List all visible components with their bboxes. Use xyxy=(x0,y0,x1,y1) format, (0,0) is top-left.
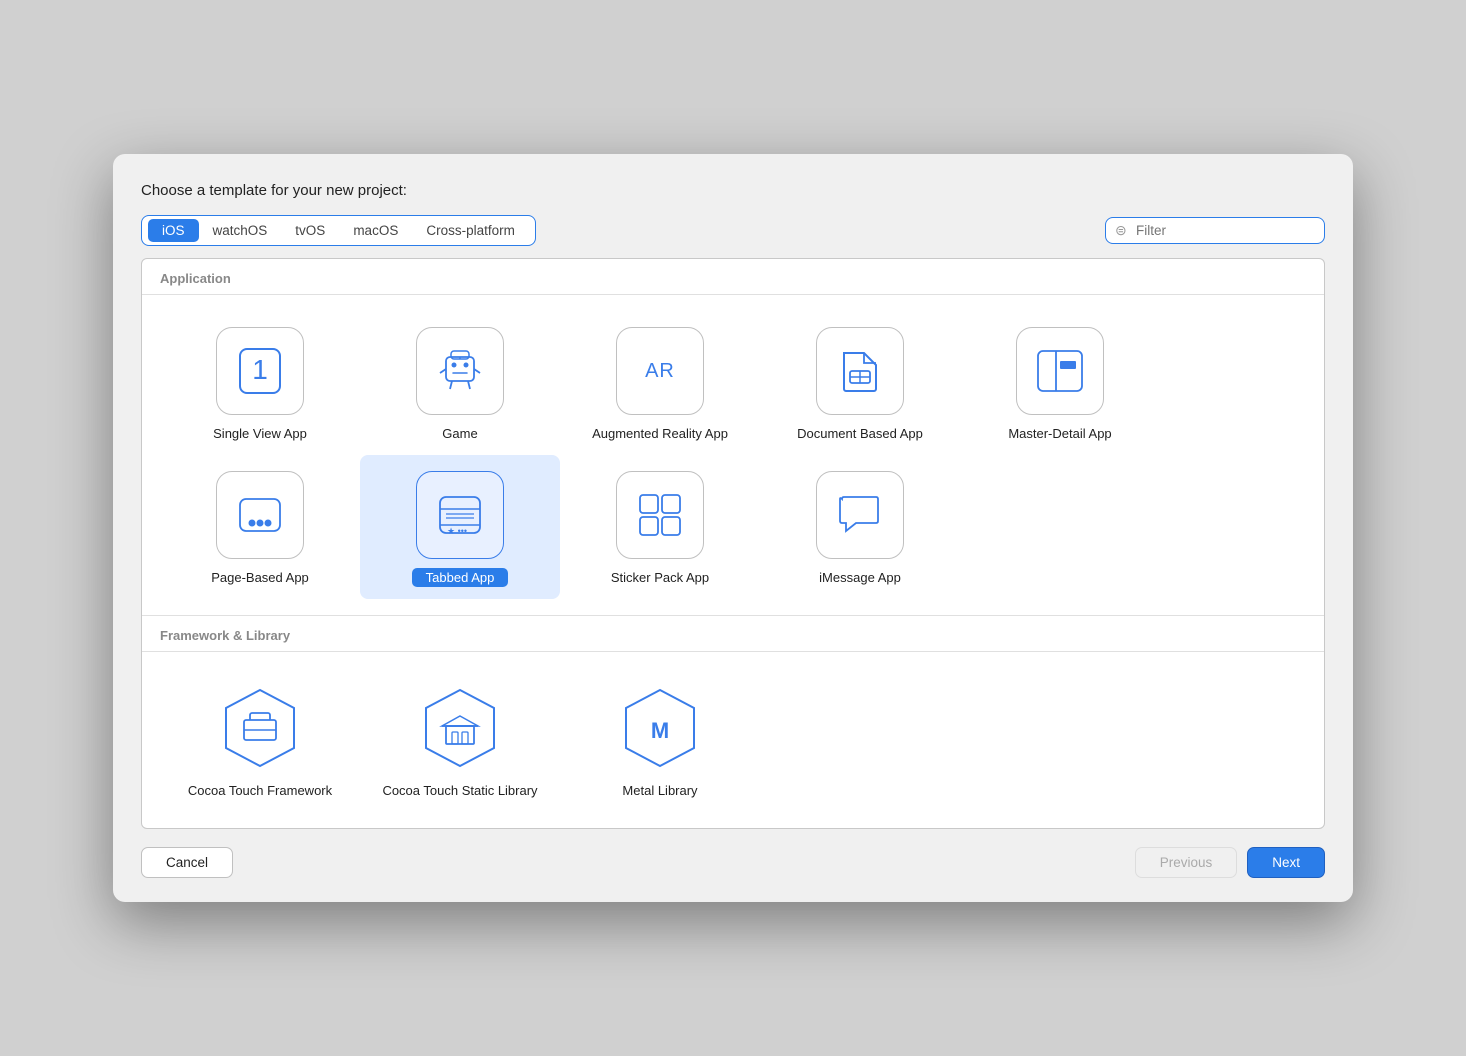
template-icon-sticker-pack xyxy=(616,471,704,559)
dialog-title: Choose a template for your new project: xyxy=(141,182,1325,199)
template-game[interactable]: Game xyxy=(360,311,560,455)
section-application-header: Application xyxy=(142,259,1324,294)
page-based-icon xyxy=(232,487,288,543)
template-label-document: Document Based App xyxy=(797,425,923,443)
application-templates-grid: 1 Single View App xyxy=(142,295,1324,615)
next-button[interactable]: Next xyxy=(1247,847,1325,878)
template-label-tabbed: Tabbed App xyxy=(412,568,509,587)
cocoa-touch-static-icon xyxy=(416,684,504,772)
game-icon xyxy=(432,343,488,399)
template-icon-page-based xyxy=(216,471,304,559)
template-label-master-detail: Master-Detail App xyxy=(1008,425,1111,443)
template-label-tabbed-wrapper: Tabbed App xyxy=(412,569,509,587)
ar-icon: AR xyxy=(632,343,688,399)
svg-text:1: 1 xyxy=(252,354,268,385)
tab-watchos[interactable]: watchOS xyxy=(199,219,282,242)
template-icon-imessage xyxy=(816,471,904,559)
single-view-icon: 1 xyxy=(232,343,288,399)
template-metal-library[interactable]: M Metal Library xyxy=(560,668,760,812)
filter-input[interactable] xyxy=(1105,217,1325,244)
filter-icon: ⊜ xyxy=(1115,222,1127,239)
template-icon-metal: M xyxy=(616,684,704,772)
template-cocoa-touch-framework[interactable]: Cocoa Touch Framework xyxy=(160,668,360,812)
template-icon-master-detail xyxy=(1016,327,1104,415)
filter-wrapper: ⊜ xyxy=(1105,217,1325,244)
template-label-cocoa-framework: Cocoa Touch Framework xyxy=(188,782,332,800)
svg-text:★ •••: ★ ••• xyxy=(447,526,467,536)
template-page-based-app[interactable]: Page-Based App xyxy=(160,455,360,599)
template-icon-tabbed: ★ ••• xyxy=(416,471,504,559)
framework-templates-grid: Cocoa Touch Framework Cocoa Touch Stati xyxy=(142,652,1324,828)
section-framework-header: Framework & Library xyxy=(142,616,1324,651)
template-document-app[interactable]: Document Based App xyxy=(760,311,960,455)
sticker-pack-icon xyxy=(632,487,688,543)
template-icon-game xyxy=(416,327,504,415)
bottom-bar: Cancel Previous Next xyxy=(141,847,1325,878)
document-icon xyxy=(832,343,888,399)
template-master-detail-app[interactable]: Master-Detail App xyxy=(960,311,1160,455)
tab-tvos[interactable]: tvOS xyxy=(281,219,339,242)
content-area: Application 1 Single View App xyxy=(141,258,1325,828)
master-detail-icon xyxy=(1032,343,1088,399)
new-project-dialog: Choose a template for your new project: … xyxy=(113,154,1353,901)
template-icon-cocoa-static xyxy=(416,684,504,772)
template-label-cocoa-static: Cocoa Touch Static Library xyxy=(382,782,537,800)
template-label-ar: Augmented Reality App xyxy=(592,425,728,443)
tab-cross-platform[interactable]: Cross-platform xyxy=(412,219,529,242)
imessage-icon xyxy=(832,487,888,543)
tab-ios[interactable]: iOS xyxy=(148,219,199,242)
tabbed-icon: ★ ••• xyxy=(432,487,488,543)
tab-group: iOS watchOS tvOS macOS Cross-platform xyxy=(141,215,536,246)
svg-text:AR: AR xyxy=(645,360,675,382)
tab-macos[interactable]: macOS xyxy=(339,219,412,242)
template-icon-ar: AR xyxy=(616,327,704,415)
template-label-page-based: Page-Based App xyxy=(211,569,309,587)
template-icon-single-view: 1 xyxy=(216,327,304,415)
template-sticker-pack-app[interactable]: Sticker Pack App xyxy=(560,455,760,599)
cancel-button[interactable]: Cancel xyxy=(141,847,233,878)
previous-button[interactable]: Previous xyxy=(1135,847,1238,878)
template-label-game: Game xyxy=(442,425,477,443)
template-imessage-app[interactable]: iMessage App xyxy=(760,455,960,599)
template-cocoa-touch-static[interactable]: Cocoa Touch Static Library xyxy=(360,668,560,812)
cocoa-touch-framework-icon xyxy=(216,684,304,772)
template-label-imessage: iMessage App xyxy=(819,569,901,587)
svg-text:M: M xyxy=(651,718,669,743)
template-icon-cocoa-framework xyxy=(216,684,304,772)
header-row: iOS watchOS tvOS macOS Cross-platform ⊜ xyxy=(141,215,1325,246)
template-tabbed-app[interactable]: ★ ••• Tabbed App xyxy=(360,455,560,599)
template-label-single-view: Single View App xyxy=(213,425,307,443)
metal-library-icon: M xyxy=(616,684,704,772)
template-label-metal: Metal Library xyxy=(622,782,697,800)
template-ar-app[interactable]: AR Augmented Reality App xyxy=(560,311,760,455)
template-label-sticker-pack: Sticker Pack App xyxy=(611,569,709,587)
navigation-buttons: Previous Next xyxy=(1135,847,1325,878)
template-icon-document xyxy=(816,327,904,415)
template-single-view-app[interactable]: 1 Single View App xyxy=(160,311,360,455)
